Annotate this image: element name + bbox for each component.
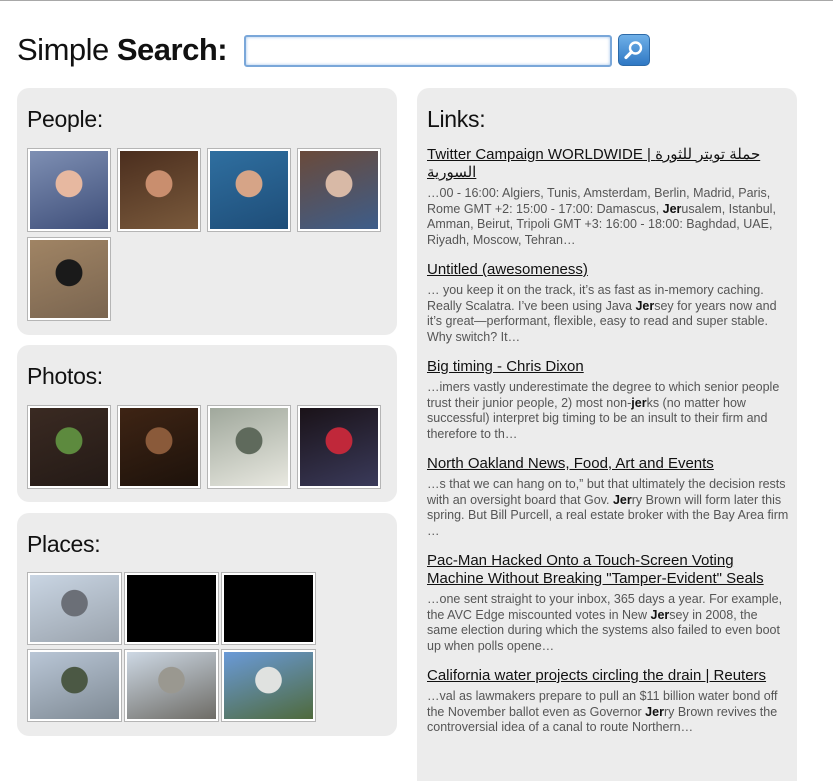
link-snippet: …one sent straight to your inbox, 365 da… (427, 592, 783, 653)
link-snippet: …00 - 16:00: Algiers, Tunis, Amsterdam, … (427, 186, 776, 247)
highlight-match: Jer (635, 298, 655, 313)
link-result: Untitled (awesomeness) … you keep it on t… (427, 261, 789, 345)
search-bar: Simple Search: (17, 30, 650, 70)
title-prefix: Simple (17, 32, 117, 67)
links-list: Twitter Campaign WORLDWIDE | حملة تويتر … (427, 146, 789, 749)
person-image (210, 151, 288, 229)
place-thumbnail[interactable] (27, 649, 122, 722)
link-title[interactable]: Big timing - Chris Dixon (427, 358, 789, 376)
search-input[interactable] (244, 35, 612, 67)
link-title[interactable]: Untitled (awesomeness) (427, 261, 789, 279)
link-title[interactable]: Twitter Campaign WORLDWIDE | حملة تويتر … (427, 146, 789, 182)
place-thumbnail[interactable] (124, 649, 219, 722)
place-thumbnail[interactable] (27, 572, 122, 645)
place-thumbnail[interactable] (221, 572, 316, 645)
person-thumbnail[interactable] (297, 148, 381, 232)
link-title[interactable]: Pac-Man Hacked Onto a Touch-Screen Votin… (427, 552, 789, 588)
place-image (30, 575, 119, 642)
link-snippet: …s that we can hang on to,” but that ult… (427, 477, 789, 538)
link-result: California water projects circling the d… (427, 667, 789, 736)
magnifier-icon (624, 41, 643, 60)
place-image (127, 652, 216, 719)
photo-thumbnail[interactable] (297, 405, 381, 489)
place-thumbnail[interactable] (124, 572, 219, 645)
places-heading: Places: (27, 531, 101, 557)
link-snippet: … you keep it on the track, it’s as fast… (427, 283, 777, 344)
places-panel: Places: (17, 513, 397, 736)
link-title[interactable]: California water projects circling the d… (427, 667, 789, 685)
place-image (127, 575, 216, 642)
highlight-match: Jer (645, 704, 664, 719)
people-heading: People: (27, 106, 103, 132)
photo-image (30, 408, 108, 486)
person-thumbnail[interactable] (27, 148, 111, 232)
highlight-match: Jer (650, 607, 670, 622)
photo-image (210, 408, 288, 486)
highlight-match: Jer (662, 201, 682, 216)
link-snippet: …imers vastly underestimate the degree t… (427, 380, 780, 441)
person-image (30, 240, 108, 318)
place-thumbnail[interactable] (221, 649, 316, 722)
photos-heading: Photos: (27, 363, 103, 389)
person-image (30, 151, 108, 229)
link-result: North Oakland News, Food, Art and Events… (427, 455, 789, 539)
person-thumbnail[interactable] (27, 237, 111, 321)
links-panel: Links: Twitter Campaign WORLDWIDE | حملة… (417, 88, 797, 781)
link-title[interactable]: North Oakland News, Food, Art and Events (427, 455, 789, 473)
person-thumbnail[interactable] (117, 148, 201, 232)
search-button[interactable] (618, 34, 650, 66)
place-image (224, 575, 313, 642)
place-image (224, 652, 313, 719)
photo-thumbnail[interactable] (117, 405, 201, 489)
photo-image (120, 408, 198, 486)
photo-thumbnail[interactable] (207, 405, 291, 489)
highlight-match: jer (631, 395, 647, 410)
link-result: Twitter Campaign WORLDWIDE | حملة تويتر … (427, 146, 789, 248)
person-image (120, 151, 198, 229)
top-border (0, 0, 833, 1)
title-bold: Search: (116, 32, 228, 67)
person-thumbnail[interactable] (207, 148, 291, 232)
links-heading: Links: (427, 106, 486, 132)
link-result: Big timing - Chris Dixon …imers vastly un… (427, 358, 789, 442)
link-snippet: …val as lawmakers prepare to pull an $11… (427, 689, 778, 734)
photo-image (300, 408, 378, 486)
people-panel: People: (17, 88, 397, 335)
photos-panel: Photos: (17, 345, 397, 502)
link-result: Pac-Man Hacked Onto a Touch-Screen Votin… (427, 552, 789, 654)
person-image (300, 151, 378, 229)
page-title: Simple Search: (17, 32, 228, 68)
highlight-match: Jer (612, 492, 632, 507)
place-image (30, 652, 119, 719)
photo-thumbnail[interactable] (27, 405, 111, 489)
